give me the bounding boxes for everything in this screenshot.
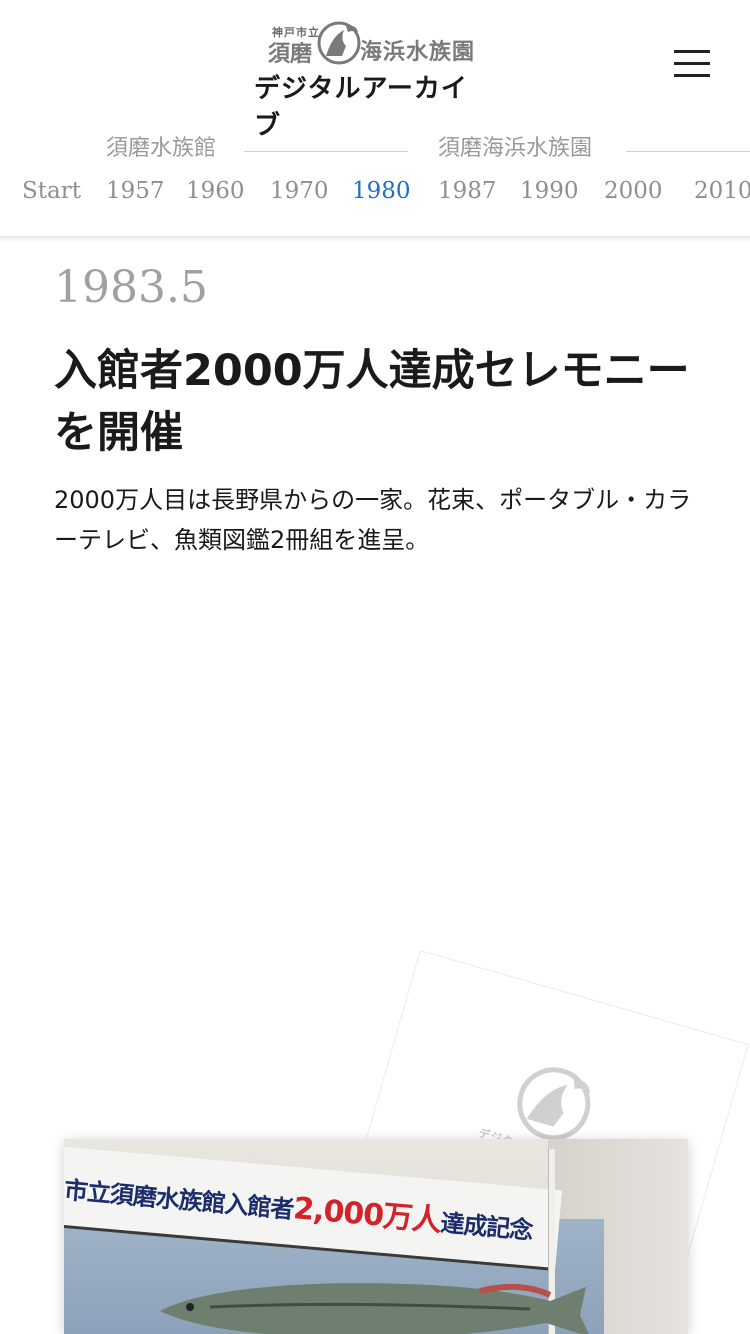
menu-bar-icon (674, 74, 710, 77)
timeline-year-1990[interactable]: 1990 (520, 178, 579, 204)
site-header: 神戸市立 須磨 海浜水族園 デジタルアーカイブ 須磨水族館 須磨海浜水族園 St… (0, 0, 750, 236)
timeline-year-1987[interactable]: 1987 (438, 178, 497, 204)
header-shadow (0, 236, 750, 242)
era-divider (626, 151, 750, 152)
article-photo[interactable]: 市立須磨水族館入館者2,000万人達成記念 (64, 1139, 688, 1334)
article-description: 2000万人目は長野県からの一家。花束、ポータブル・カラーテレビ、魚類図鑑2冊組… (54, 486, 692, 554)
logo-aquarium-label: 海浜水族園 (360, 40, 476, 65)
article-title: 入館者2000万人達成セレモニーを開催 (54, 346, 690, 458)
timeline-year-1970[interactable]: 1970 (270, 178, 329, 204)
timeline-start[interactable]: Start (22, 178, 81, 204)
site-logo[interactable]: 神戸市立 須磨 海浜水族園 デジタルアーカイブ (250, 18, 490, 141)
era-label-suma-aqualife-park: 須磨海浜水族園 (438, 136, 593, 161)
era-label-suma-aquarium: 須磨水族館 (106, 136, 217, 161)
timeline-year-1960[interactable]: 1960 (186, 178, 245, 204)
menu-bar-icon (674, 50, 710, 53)
fish-model-icon (160, 1283, 589, 1334)
menu-bar-icon (674, 62, 710, 65)
banner-highlight: 2,000万人 (291, 1191, 443, 1239)
logo-suma-label: 須磨 (268, 42, 313, 67)
article-date: 1983.5 (54, 262, 208, 313)
timeline-year-1957[interactable]: 1957 (106, 178, 165, 204)
timeline-year-1980[interactable]: 1980 (352, 178, 411, 204)
timeline-year-2000[interactable]: 2000 (604, 178, 663, 204)
hamburger-menu-button[interactable] (668, 44, 716, 84)
era-divider (244, 151, 408, 152)
banner-suffix: 達成記念 (439, 1208, 534, 1245)
banner-prefix: 市立須磨水族館入館者 (64, 1175, 295, 1224)
sea-lion-logo-icon (317, 21, 361, 65)
timeline-year-2010[interactable]: 2010 (694, 178, 750, 204)
